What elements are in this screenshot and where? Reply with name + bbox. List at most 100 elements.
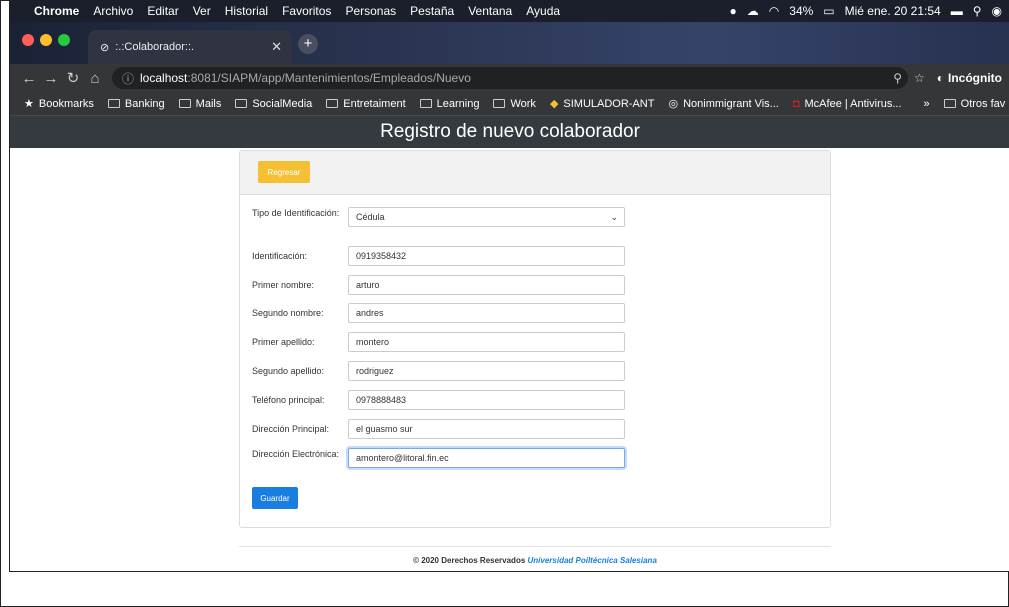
site-icon: ◆ — [549, 98, 559, 110]
field-label: Segundo nombre: — [252, 308, 324, 318]
menu-favoritos[interactable]: Favoritos — [282, 4, 331, 18]
field-label: Teléfono principal: — [252, 395, 325, 405]
primer-nombre-input[interactable]: arturo — [348, 275, 625, 295]
select-value: Cédula — [356, 212, 385, 222]
folder-icon — [178, 99, 191, 108]
segundo-apellido-input[interactable]: rodriguez — [348, 361, 625, 381]
menu-ventana[interactable]: Ventana — [468, 4, 512, 18]
clock[interactable]: Mié ene. 20 21:54 — [845, 4, 941, 18]
forward-arrow-icon[interactable]: → — [40, 70, 62, 87]
zoom-icon[interactable]: ⚲ — [893, 71, 902, 85]
menu-historial[interactable]: Historial — [225, 4, 268, 18]
battery-percent: 34% — [789, 4, 814, 18]
bookmark-mcafee[interactable]: ◘ McAfee | Antivirus... — [793, 98, 902, 110]
field-label: Dirección Principal: — [252, 424, 330, 434]
field-label: Primer nombre: — [252, 280, 315, 290]
battery-icon[interactable]: ▭ — [823, 4, 834, 18]
bookmark-label: Work — [510, 97, 536, 110]
footer-university-link[interactable]: Universidad Poiltécnica Salesiana — [528, 556, 657, 565]
star-icon: ★ — [24, 98, 34, 110]
back-button[interactable]: Regresar — [258, 161, 310, 183]
bookmark-label: Otros fav — [960, 97, 1006, 110]
bookmark-label: SIMULADOR-ANT — [563, 97, 655, 110]
field-label: Dirección Electrónica: — [252, 449, 340, 459]
minimize-window-icon[interactable] — [40, 34, 52, 46]
tab-title: :.:Colaborador::. — [115, 41, 195, 53]
footer-divider — [239, 546, 831, 547]
reload-icon[interactable]: ↻ — [62, 69, 84, 87]
bookmark-star-icon[interactable]: ☆ — [914, 71, 925, 85]
incognito-label: Incógnito — [948, 71, 1002, 85]
bookmark-bookmarks[interactable]: ★ Bookmarks — [24, 97, 94, 111]
flag-icon[interactable]: ▬ — [951, 4, 963, 18]
bookmark-label: McAfee | Antivirus... — [804, 97, 902, 110]
menu-archivo[interactable]: Archivo — [93, 4, 133, 18]
bookmark-label: Mails — [195, 97, 222, 110]
menu-personas[interactable]: Personas — [345, 4, 396, 18]
browser-window: Chrome Archivo Editar Ver Historial Favo… — [9, 0, 1009, 572]
footer-text: © 2020 Derechos Reservados — [413, 556, 528, 565]
email-input[interactable]: amontero@litoral.fin.ec — [348, 448, 625, 468]
page-title: Registro de nuevo colaborador — [10, 116, 1009, 148]
bookmark-entretaiment[interactable]: Entretaiment — [326, 97, 406, 110]
tab-favicon-icon: ⊘ — [100, 41, 110, 54]
save-button[interactable]: Guardar — [252, 487, 298, 509]
field-label: Tipo de Identificación: — [252, 208, 340, 218]
new-tab-button[interactable]: + — [298, 34, 318, 54]
menu-ayuda[interactable]: Ayuda — [526, 4, 560, 18]
field-label: Primer apellido: — [252, 337, 315, 347]
bookmark-label: Learning — [436, 97, 480, 110]
address-bar[interactable]: ⓘ localhost:8081/SIAPM/app/Mantenimiento… — [112, 67, 908, 89]
maximize-window-icon[interactable] — [58, 34, 70, 46]
telefono-input[interactable]: 0978888483 — [348, 390, 625, 410]
folder-icon — [107, 99, 120, 108]
chevron-down-icon: ⌄ — [610, 212, 618, 222]
segundo-nombre-input[interactable]: andres — [348, 303, 625, 323]
close-tab-icon[interactable]: ✕ — [271, 39, 282, 55]
bookmarks-overflow-icon[interactable]: » — [924, 98, 930, 110]
bookmark-banking[interactable]: Banking — [107, 97, 165, 110]
back-arrow-icon[interactable]: ← — [18, 70, 40, 87]
folder-icon — [943, 99, 956, 108]
menu-editar[interactable]: Editar — [147, 4, 178, 18]
cloud-icon[interactable]: ☁ — [747, 4, 759, 18]
bookmark-label: SocialMedia — [252, 97, 313, 110]
bookmark-simulador-ant[interactable]: ◆ SIMULADOR-ANT — [549, 97, 655, 111]
info-icon[interactable]: ⓘ — [122, 70, 134, 87]
scrollbar-indicator[interactable] — [180, 571, 300, 572]
bookmark-label: Banking — [124, 97, 165, 110]
bookmark-learning[interactable]: Learning — [419, 97, 480, 110]
navigation-bar: ← → ↻ ⌂ ⓘ localhost:8081/SIAPM/app/Mante… — [10, 64, 1009, 92]
menu-app-name[interactable]: Chrome — [34, 4, 79, 18]
bookmark-mails[interactable]: Mails — [178, 97, 222, 110]
bookmark-label: Entretaiment — [343, 97, 406, 110]
folder-icon — [326, 99, 339, 108]
menu-pestana[interactable]: Pestaña — [410, 4, 454, 18]
siri-icon[interactable]: ◉ — [992, 4, 1002, 18]
identificacion-input[interactable]: 0919358432 — [348, 246, 625, 266]
spotlight-search-icon[interactable]: ⚲ — [973, 4, 982, 18]
primer-apellido-input[interactable]: montero — [348, 332, 625, 352]
folder-icon — [419, 99, 432, 108]
incognito-icon: ◐ — [936, 71, 944, 85]
home-icon[interactable]: ⌂ — [84, 70, 106, 87]
mcafee-icon: ◘ — [792, 97, 800, 110]
bookmark-work[interactable]: Work — [493, 97, 536, 110]
url-path: :8081/SIAPM/app/Mantenimientos/Empleados… — [187, 71, 471, 85]
tipo-identificacion-select[interactable]: Cédula ⌄ — [348, 207, 625, 227]
menu-ver[interactable]: Ver — [193, 4, 211, 18]
bookmark-otros-fav[interactable]: Otros fav — [943, 97, 1006, 110]
direccion-input[interactable]: el guasmo sur — [348, 419, 625, 439]
browser-tab[interactable]: ⊘ :.:Colaborador::. ✕ — [88, 30, 292, 64]
close-window-icon[interactable] — [22, 34, 34, 46]
bookmark-nonimmigrant[interactable]: ◎ Nonimmigrant Vis... — [668, 97, 779, 111]
folder-icon — [235, 99, 248, 108]
card-header: Regresar — [240, 151, 830, 195]
form-card: Regresar Tipo de Identificación: Cédula … — [239, 150, 831, 528]
record-icon[interactable]: ● — [730, 4, 737, 18]
wifi-icon[interactable]: ◠ — [769, 4, 779, 18]
tab-strip: ⊘ :.:Colaborador::. ✕ + — [10, 22, 1009, 64]
bookmark-socialmedia[interactable]: SocialMedia — [235, 98, 312, 110]
bookmark-label: Nonimmigrant Vis... — [683, 97, 779, 110]
incognito-indicator[interactable]: ◐ Incógnito — [937, 71, 1002, 85]
